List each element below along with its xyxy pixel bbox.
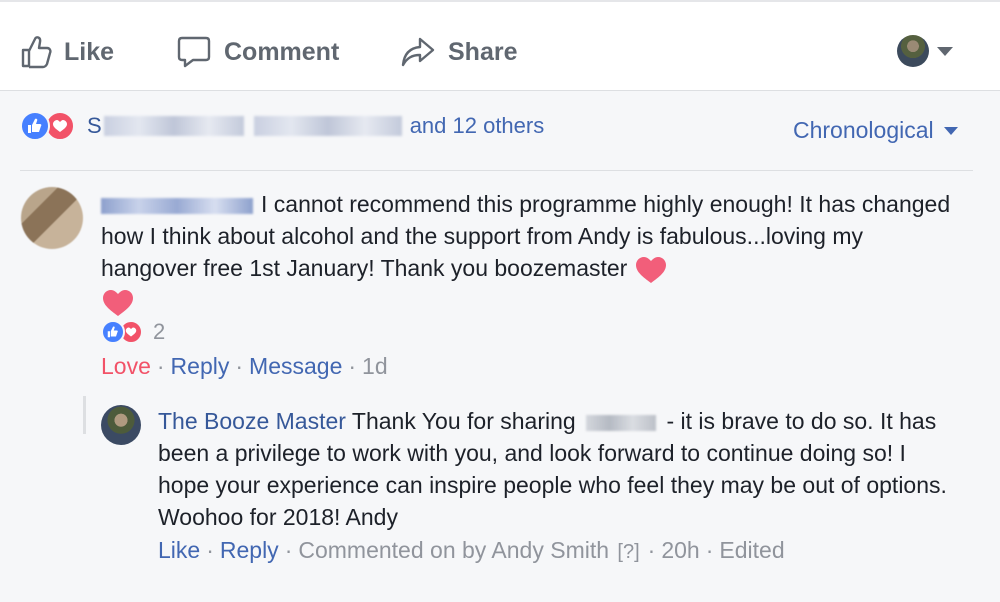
like-reaction-icon bbox=[101, 320, 125, 344]
like-reaction-icon bbox=[20, 111, 50, 141]
reactors-others-link[interactable]: and 12 others bbox=[410, 113, 545, 139]
redacted-tagged-name[interactable] bbox=[586, 414, 657, 431]
comment-text-block: I cannot recommend this programme highly… bbox=[101, 188, 951, 318]
help-link[interactable]: [?] bbox=[617, 541, 639, 563]
separator: · bbox=[284, 537, 293, 563]
message-button[interactable]: Message bbox=[249, 353, 342, 379]
separator: · bbox=[156, 353, 165, 379]
viewer-avatar bbox=[897, 35, 929, 67]
comment-icon bbox=[177, 36, 211, 68]
like-button-label: Like bbox=[64, 37, 115, 66]
like-button[interactable]: Like bbox=[20, 32, 114, 72]
reactor-names[interactable]: S bbox=[87, 113, 402, 139]
separator: · bbox=[705, 537, 714, 563]
reactions-summary[interactable]: S and 12 others bbox=[20, 111, 544, 141]
separator: · bbox=[348, 353, 357, 379]
sort-label: Chronological bbox=[793, 117, 934, 143]
reactor-initial: S bbox=[87, 113, 102, 138]
reply-button[interactable]: Reply bbox=[171, 353, 230, 379]
post-as-selector[interactable] bbox=[897, 35, 953, 67]
heart-emoji-icon bbox=[635, 256, 666, 283]
reply-reply-button[interactable]: Reply bbox=[220, 537, 279, 563]
comments-section: S and 12 others Chronological I cannot r… bbox=[0, 90, 1000, 602]
reply-author-name[interactable]: The Booze Master bbox=[158, 408, 346, 434]
love-button[interactable]: Love bbox=[101, 353, 151, 379]
share-button[interactable]: Share bbox=[400, 32, 517, 72]
comment-timestamp[interactable]: 1d bbox=[362, 353, 388, 379]
reply-like-button[interactable]: Like bbox=[158, 537, 200, 563]
separator: · bbox=[235, 353, 244, 379]
separator: · bbox=[647, 537, 656, 563]
chevron-down-icon bbox=[943, 126, 958, 135]
post-action-bar: Like Comment Share bbox=[0, 0, 1000, 90]
reply-author-avatar[interactable] bbox=[101, 405, 141, 445]
divider bbox=[20, 170, 973, 171]
redacted-name-2 bbox=[253, 116, 402, 136]
share-button-label: Share bbox=[448, 37, 518, 66]
thumbs-up-icon bbox=[21, 36, 52, 69]
comment-actions: Love · Reply · Message · 1d bbox=[101, 353, 388, 380]
reply-timestamp[interactable]: 20h bbox=[661, 537, 699, 563]
commenter-name-redacted[interactable] bbox=[101, 197, 253, 214]
comment-sort-dropdown[interactable]: Chronological bbox=[793, 117, 958, 144]
edited-label[interactable]: Edited bbox=[719, 537, 784, 563]
reply-actions: Like · Reply · Commented on by Andy Smith [?… bbox=[158, 537, 785, 564]
commented-on-by: Commented on by Andy Smith bbox=[298, 537, 610, 563]
redacted-name-1 bbox=[103, 116, 244, 136]
reply-thread-line bbox=[83, 396, 86, 434]
reply-text-start: Thank You for sharing bbox=[351, 408, 576, 434]
commenter-avatar[interactable] bbox=[21, 187, 83, 249]
separator: · bbox=[206, 537, 214, 563]
share-arrow-icon bbox=[401, 37, 435, 67]
comment-reactions[interactable]: 2 bbox=[101, 319, 165, 345]
comment-button[interactable]: Comment bbox=[176, 32, 339, 72]
reaction-count: 2 bbox=[153, 319, 166, 344]
heart-emoji-icon bbox=[103, 289, 133, 316]
chevron-down-icon bbox=[937, 46, 953, 56]
reply-text-block: The Booze Master Thank You for sharing -… bbox=[158, 405, 958, 533]
comment-button-label: Comment bbox=[224, 37, 340, 66]
